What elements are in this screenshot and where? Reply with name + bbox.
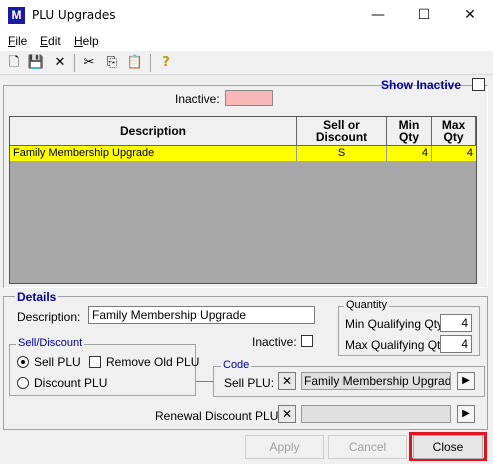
toolbar-separator	[150, 54, 151, 72]
column-header-sell-or-discount[interactable]: Sell or Discount	[297, 117, 387, 146]
min-qualifying-qty-label: Min Qualifying Qty:	[345, 317, 447, 331]
inactive-legend-label: Inactive:	[175, 92, 220, 106]
app-icon: M	[8, 7, 25, 24]
details-inactive-checkbox[interactable]	[301, 335, 313, 347]
cell-min-qty: 4	[387, 146, 432, 161]
cell-max-qty: 4	[466, 147, 473, 159]
column-header-min-qty[interactable]: Min Qty	[387, 117, 432, 146]
new-icon[interactable]: 🗋	[5, 54, 23, 72]
discount-plu-label: Discount PLU	[34, 376, 108, 390]
details-inactive-label: Inactive:	[252, 335, 297, 349]
plu-upgrades-grid[interactable]: Description Sell or Discount Min Qty Max…	[9, 116, 477, 284]
cell-description: Family Membership Upgrade	[10, 146, 297, 161]
max-qualifying-qty-label: Max Qualifying Qty:	[345, 338, 450, 352]
description-input[interactable]: Family Membership Upgrade	[88, 306, 315, 324]
description-label: Description:	[17, 310, 81, 324]
apply-button[interactable]: Apply	[245, 435, 324, 459]
minimize-button[interactable]: —	[355, 0, 401, 31]
sell-plu-code-label: Sell PLU:	[224, 376, 275, 390]
column-header-description[interactable]: Description	[10, 117, 297, 146]
cancel-button[interactable]: Cancel	[328, 435, 407, 459]
toolbar-separator	[74, 54, 75, 72]
close-button[interactable]: Close	[413, 435, 483, 459]
close-window-button[interactable]: ✕	[447, 0, 493, 31]
show-inactive-label: Show Inactive	[381, 78, 462, 92]
inactive-color-swatch	[225, 90, 273, 106]
code-legend: Code	[221, 359, 252, 371]
title-bar: M PLU Upgrades — ☐ ✕	[0, 0, 493, 31]
code-connector-line	[196, 381, 214, 382]
column-header-max-qty[interactable]: Max Qty	[432, 117, 476, 146]
sell-plu-label: Sell PLU	[34, 355, 81, 369]
sell-plu-radio[interactable]	[17, 356, 29, 368]
sell-plu-combo[interactable]: Family Membership Upgrade	[301, 372, 451, 390]
discount-plu-radio[interactable]	[17, 377, 29, 389]
quantity-legend: Quantity	[344, 299, 389, 311]
details-legend: Details	[15, 290, 59, 304]
cell-sell-or-discount: S	[297, 146, 387, 161]
min-qualifying-qty-input[interactable]: 4	[440, 314, 472, 332]
paste-icon[interactable]: 📋	[126, 54, 144, 72]
table-row[interactable]: Family Membership Upgrade S 4 4	[10, 146, 476, 161]
menu-file[interactable]: File	[8, 34, 27, 48]
remove-old-plu-checkbox[interactable]	[89, 356, 101, 368]
menu-edit[interactable]: Edit	[40, 34, 61, 48]
renewal-plu-lookup-button[interactable]: ▶	[457, 405, 475, 423]
renewal-discount-plu-combo[interactable]	[301, 405, 451, 423]
max-qualifying-qty-input[interactable]: 4	[440, 335, 472, 353]
help-icon[interactable]: ?	[157, 54, 175, 72]
maximize-button[interactable]: ☐	[401, 0, 447, 31]
menu-bar: File Edit Help	[0, 31, 493, 51]
clear-sell-plu-button[interactable]: ✕	[278, 372, 296, 390]
remove-old-plu-label: Remove Old PLU	[106, 355, 200, 369]
cut-icon[interactable]: ✂	[80, 54, 98, 72]
toolbar: 🗋 💾 ✕ ✂ ⎘ 📋 ?	[0, 51, 493, 75]
save-icon[interactable]: 💾	[27, 54, 45, 72]
show-inactive-checkbox[interactable]	[472, 78, 485, 91]
window-title: PLU Upgrades	[32, 8, 116, 22]
menu-help[interactable]: Help	[74, 34, 99, 48]
copy-icon[interactable]: ⎘	[103, 54, 121, 72]
sell-plu-lookup-button[interactable]: ▶	[457, 372, 475, 390]
renewal-discount-plu-label: Renewal Discount PLU:	[155, 409, 282, 423]
delete-icon[interactable]: ✕	[51, 54, 69, 72]
clear-renewal-plu-button[interactable]: ✕	[278, 405, 296, 423]
sell-discount-legend: Sell/Discount	[16, 337, 85, 349]
